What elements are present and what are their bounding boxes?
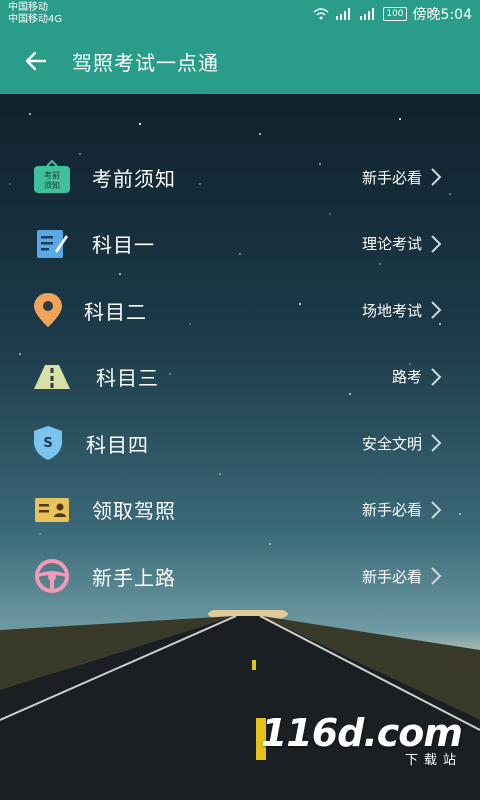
menu-item-label: 新手上路 (92, 565, 176, 590)
battery-indicator: 100 (383, 7, 407, 21)
chevron-right-icon (431, 301, 442, 319)
chevron-right-icon (431, 501, 442, 519)
page-title: 驾照考试一点通 (72, 50, 219, 75)
arrow-left-icon (25, 51, 47, 71)
menu-item-subject-three[interactable]: 科目三 路考 (0, 344, 480, 411)
clock: 傍晚5:04 (412, 7, 472, 23)
background-scene: 考前 须知 考前须知 新手必看 科目一 理论考试 科目二 场地考试 科目三 路考… (0, 94, 480, 800)
menu-item-get-license[interactable]: 领取驾照 新手必看 (0, 477, 480, 544)
menu-item-label: 考前须知 (92, 166, 176, 191)
menu-item-hint: 新手必看 (361, 567, 422, 586)
status-bar: 中国移动 中国移动4G 100 傍晚5:04 (0, 0, 480, 28)
chevron-right-icon (431, 434, 442, 452)
chevron-right-icon (431, 368, 442, 386)
signal-4g-icon (360, 8, 375, 20)
menu-item-label: 科目四 (86, 432, 149, 457)
menu-item-hint: 新手必看 (361, 168, 422, 187)
menu-item-hint: 安全文明 (361, 434, 422, 453)
status-icons: 100 傍晚5:04 (313, 4, 472, 24)
back-button[interactable] (0, 28, 72, 94)
carrier-line2: 中国移动4G (8, 14, 63, 25)
menu-item-subject-two[interactable]: 科目二 场地考试 (0, 277, 480, 344)
svg-text:须知: 须知 (44, 180, 60, 190)
menu-item-label: 科目一 (92, 233, 155, 258)
app-bar: 驾照考试一点通 (0, 28, 480, 94)
menu-item-hint: 新手必看 (361, 501, 422, 520)
chevron-right-icon (431, 168, 442, 186)
menu-item-label: 科目二 (84, 299, 147, 324)
wifi-icon (313, 8, 329, 20)
menu-item-new-driver[interactable]: 新手上路 新手必看 (0, 543, 480, 610)
watermark-subtext: 下载站 (404, 753, 462, 768)
license-card-icon (32, 490, 72, 530)
road-icon (32, 357, 72, 397)
signal-icon (336, 8, 351, 20)
menu-item-hint: 理论考试 (361, 235, 422, 254)
road-decoration (0, 610, 480, 800)
exam-notice-icon: 考前 须知 (32, 157, 72, 197)
shield-letter: S (43, 436, 52, 451)
menu-item-label: 科目三 (96, 366, 159, 391)
watermark-logo: 116d.com 下载站 (261, 711, 463, 768)
chevron-right-icon (431, 235, 442, 253)
menu-item-subject-four[interactable]: S 科目四 安全文明 (0, 410, 480, 477)
carrier-line1: 中国移动 (8, 2, 48, 13)
menu-item-exam-notice[interactable]: 考前 须知 考前须知 新手必看 (0, 144, 480, 211)
map-pin-icon (28, 290, 68, 330)
menu-item-subject-one[interactable]: 科目一 理论考试 (0, 211, 480, 278)
shield-icon: S (28, 423, 68, 463)
document-edit-icon (32, 224, 72, 264)
menu-item-label: 领取驾照 (92, 499, 176, 524)
menu-item-hint: 路考 (391, 368, 422, 387)
chevron-right-icon (431, 567, 442, 585)
menu-list: 考前 须知 考前须知 新手必看 科目一 理论考试 科目二 场地考试 科目三 路考… (0, 144, 480, 610)
menu-item-hint: 场地考试 (361, 301, 422, 320)
svg-text:考前: 考前 (44, 170, 60, 180)
steering-wheel-icon (32, 556, 72, 596)
carrier-info: 中国移动 中国移动4G (8, 2, 62, 26)
